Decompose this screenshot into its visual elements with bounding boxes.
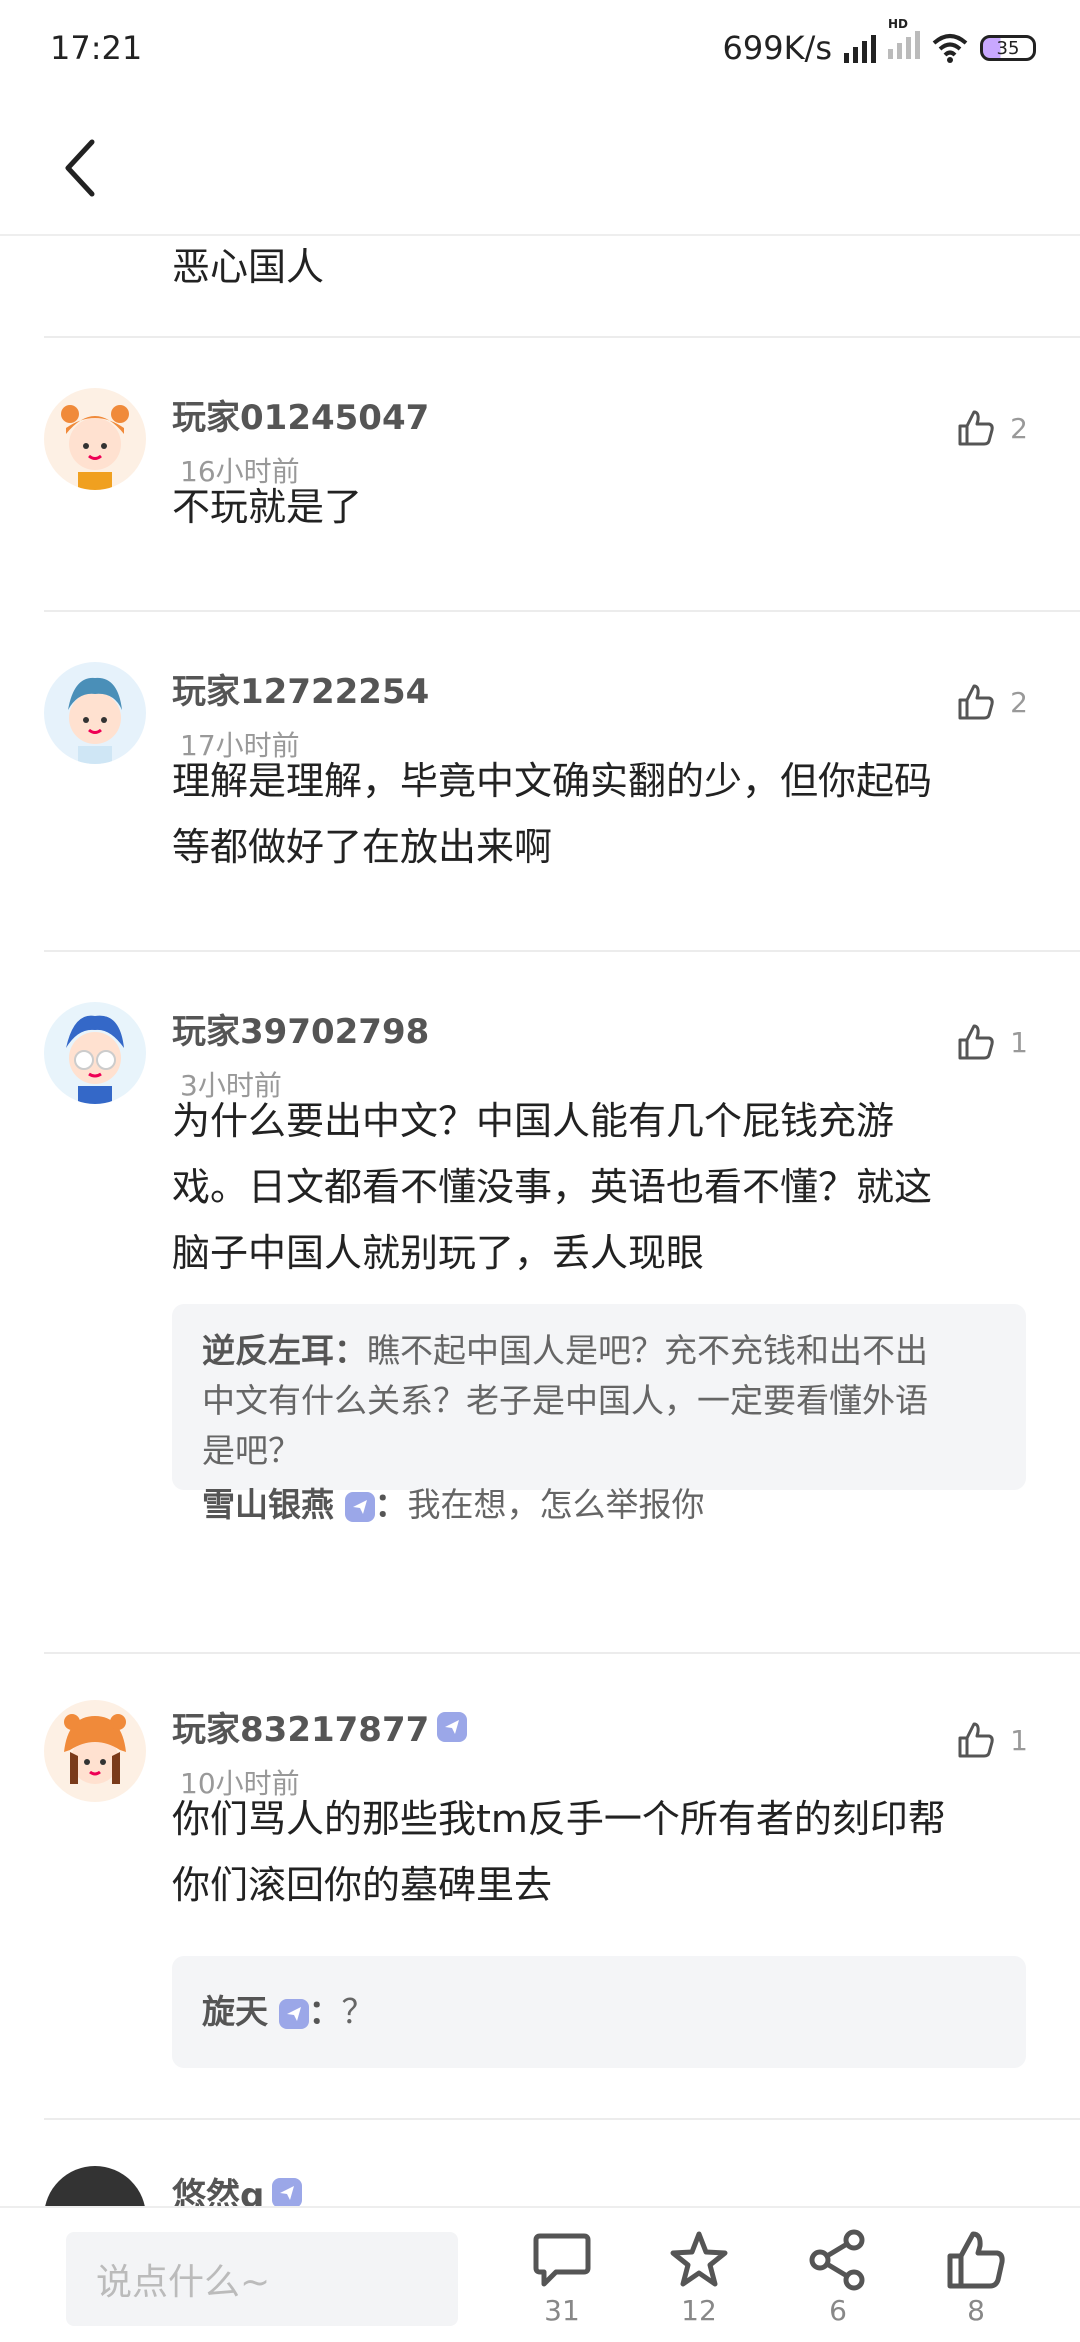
reply-box[interactable]: 旋天 ：？ (172, 1956, 1026, 2068)
comment-button[interactable]: 31 (517, 2228, 607, 2327)
reply-user-name[interactable]: 逆反左耳 (202, 1331, 334, 1370)
like-button[interactable]: 1 (956, 1720, 1028, 1760)
comment-feed[interactable]: 恶心国人 玩家01245047 16小时前 2 不玩就是了 玩家12722254… (0, 236, 1080, 2206)
reply-text: 我在想，怎么举报你 (407, 1485, 705, 1524)
avatar[interactable] (44, 1002, 146, 1104)
status-time: 17:21 (50, 29, 143, 67)
nav-bar (0, 96, 1080, 236)
comment-input[interactable]: 说点什么~ (66, 2232, 458, 2326)
divider (44, 2118, 1080, 2120)
reply-item[interactable]: 雪山银燕 ：我在想，怎么举报你 (202, 1480, 996, 1530)
comment-text: 你们骂人的那些我tm反手一个所有者的刻印帮 你们滚回你的墓碑里去 (172, 1797, 946, 1907)
comment-count: 31 (544, 2294, 580, 2327)
comment-text: 恶心国人 (172, 245, 325, 289)
share-button[interactable]: 6 (793, 2228, 883, 2327)
star-icon (670, 2231, 728, 2287)
like-post-button[interactable]: 8 (931, 2228, 1021, 2327)
reply-box[interactable]: 逆反左耳：瞧不起中国人是吧？充不充钱和出不出 中文有什么关系？老子是中国人，一定… (172, 1304, 1026, 1524)
battery-icon: 35 (980, 35, 1036, 61)
back-icon[interactable] (58, 138, 102, 198)
divider (44, 1652, 1080, 1654)
comment-text: 不玩就是了 (172, 485, 363, 529)
like-count: 1 (1010, 1025, 1028, 1059)
like-button[interactable]: 2 (956, 408, 1028, 448)
like-button[interactable]: 2 (956, 682, 1028, 722)
like-count: 2 (1010, 685, 1028, 719)
signal-icon (844, 33, 876, 63)
thumbs-up-icon (947, 2231, 1005, 2289)
signal-hd-icon: HD (888, 17, 920, 67)
user-name[interactable]: 悠然g (172, 2168, 303, 2206)
bottom-action-bar: 说点什么~ 31 12 6 8 (0, 2206, 1080, 2342)
wifi-icon (932, 34, 968, 63)
verified-icon (344, 1491, 375, 1522)
thumbs-up-icon (958, 410, 994, 446)
user-name[interactable]: 玩家01245047 (172, 390, 429, 439)
share-icon (809, 2229, 865, 2291)
comment-input-placeholder: 说点什么~ (96, 2262, 271, 2303)
divider (44, 950, 1080, 952)
like-count: 1 (1010, 1723, 1028, 1757)
reply-text: 瞧不起中国人是吧？充不充钱和出不出 (367, 1331, 928, 1370)
avatar[interactable] (44, 388, 146, 490)
reply-item[interactable]: 旋天 ：？ (202, 1987, 375, 2037)
like-button[interactable]: 1 (956, 1022, 1028, 1062)
verified-icon (272, 2177, 303, 2206)
reply-text: ？ (341, 1992, 375, 2031)
favorite-button[interactable]: 12 (654, 2228, 744, 2327)
verified-icon (278, 1998, 309, 2029)
reply-user-name[interactable]: 旋天 (202, 1992, 268, 2031)
divider (44, 336, 1080, 338)
thumbs-up-icon (958, 1024, 994, 1060)
hd-label: HD (888, 17, 909, 31)
reply-item[interactable]: 逆反左耳：瞧不起中国人是吧？充不充钱和出不出 中文有什么关系？老子是中国人，一定… (202, 1326, 996, 1476)
reply-user-name[interactable]: 雪山银燕 (202, 1485, 334, 1524)
user-name[interactable]: 玩家39702798 (172, 1004, 429, 1053)
network-speed: 699K/s (722, 29, 832, 67)
like-count: 8 (967, 2294, 985, 2327)
avatar[interactable] (44, 1700, 146, 1802)
thumbs-up-icon (958, 1722, 994, 1758)
divider (44, 610, 1080, 612)
comment-text: 理解是理解，毕竟中文确实翻的少，但你起码 等都做好了在放出来啊 (172, 759, 933, 869)
comment-icon (533, 2233, 591, 2287)
avatar[interactable] (44, 2166, 146, 2206)
verified-icon (437, 1711, 468, 1742)
favorite-count: 12 (681, 2294, 717, 2327)
thumbs-up-icon (958, 684, 994, 720)
avatar[interactable] (44, 662, 146, 764)
comment-text: 为什么要出中文？中国人能有几个屁钱充游 戏。日文都看不懂没事，英语也看不懂？就这… (172, 1099, 933, 1275)
user-name[interactable]: 玩家83217877 (172, 1702, 468, 1751)
like-count: 2 (1010, 411, 1028, 445)
user-name[interactable]: 玩家12722254 (172, 664, 429, 713)
share-count: 6 (829, 2294, 847, 2327)
status-bar: 17:21 699K/s HD 35 (0, 0, 1080, 96)
